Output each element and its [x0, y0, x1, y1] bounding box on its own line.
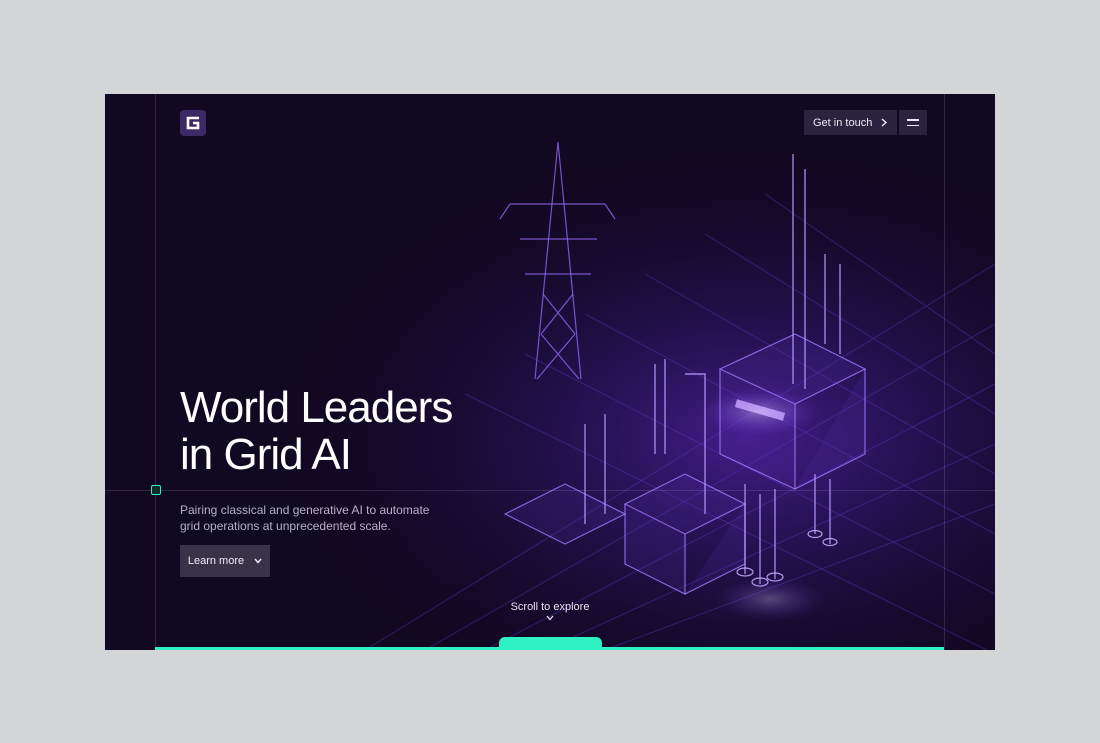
hamburger-menu-icon: [907, 119, 920, 121]
learn-more-label: Learn more: [187, 555, 245, 567]
chevron-down-icon: [254, 558, 262, 564]
guide-node-marker: [151, 485, 161, 495]
hero-section: Get in touch World Leaders in Grid AI Pa…: [105, 94, 995, 650]
headline-line-1: World Leaders: [180, 383, 453, 432]
chevron-right-icon: [881, 118, 888, 127]
scroll-chevron-down-icon: [546, 615, 554, 621]
menu-button[interactable]: [899, 110, 928, 135]
guide-line-horizontal: [105, 490, 995, 491]
hero-subtitle: Pairing classical and generative AI to a…: [180, 503, 430, 533]
accent-bottom-tab: [499, 637, 602, 650]
get-in-touch-button[interactable]: Get in touch: [804, 110, 898, 135]
hero-headline: World Leaders in Grid AI: [180, 384, 520, 478]
guide-line-right: [944, 94, 945, 650]
scroll-label: Scroll to explore: [510, 601, 590, 613]
get-in-touch-label: Get in touch: [813, 116, 873, 129]
headline-line-2: in Grid AI: [180, 430, 352, 479]
guide-line-left: [155, 94, 156, 650]
logo-g-icon: [186, 116, 200, 130]
scroll-to-explore[interactable]: Scroll to explore: [500, 601, 600, 621]
logo[interactable]: [180, 110, 206, 136]
learn-more-button[interactable]: Learn more: [180, 545, 270, 577]
